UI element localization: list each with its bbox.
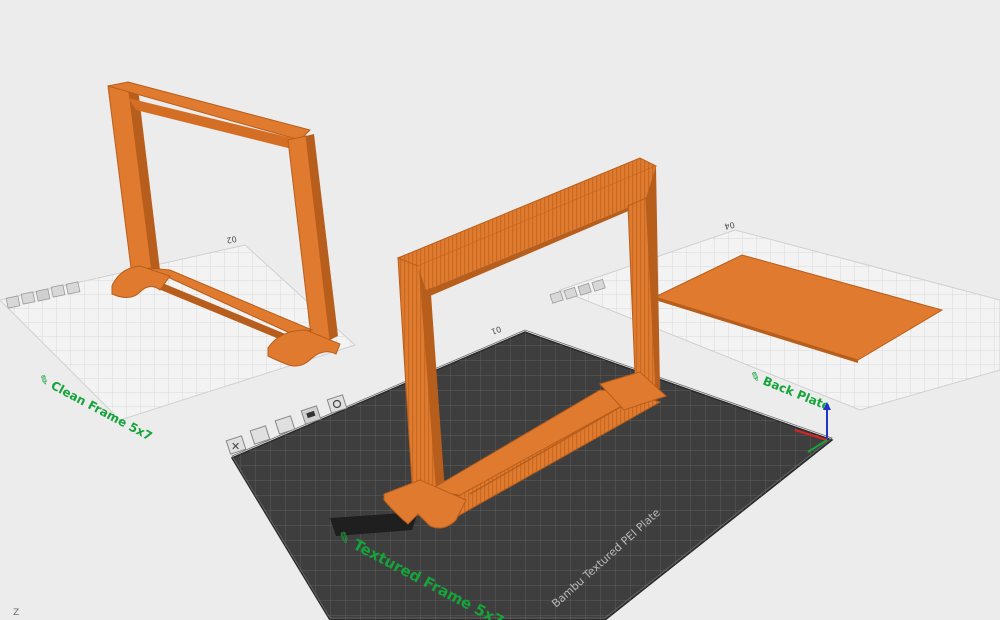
plate-number: 02 [226, 234, 238, 245]
lock-icon[interactable] [50, 284, 66, 298]
settings-icon[interactable] [65, 281, 81, 295]
orient-icon[interactable] [35, 288, 51, 302]
edit-pencil-icon[interactable]: ✎ [748, 369, 763, 386]
orient-icon[interactable] [274, 415, 296, 435]
close-icon[interactable] [5, 295, 21, 309]
close-icon[interactable] [549, 290, 564, 304]
axis-z-label: Z [13, 608, 19, 618]
svg-text:✕: ✕ [231, 440, 240, 453]
plate-number: 01 [490, 324, 503, 336]
arrange-icon[interactable] [20, 291, 36, 305]
edit-pencil-icon[interactable]: ✎ [36, 372, 51, 389]
3d-viewport[interactable]: 02 Clean Frame 5x7 ✎ 04 Back Plate ✎ 01 … [0, 0, 1000, 620]
plate-number: 04 [724, 220, 736, 231]
